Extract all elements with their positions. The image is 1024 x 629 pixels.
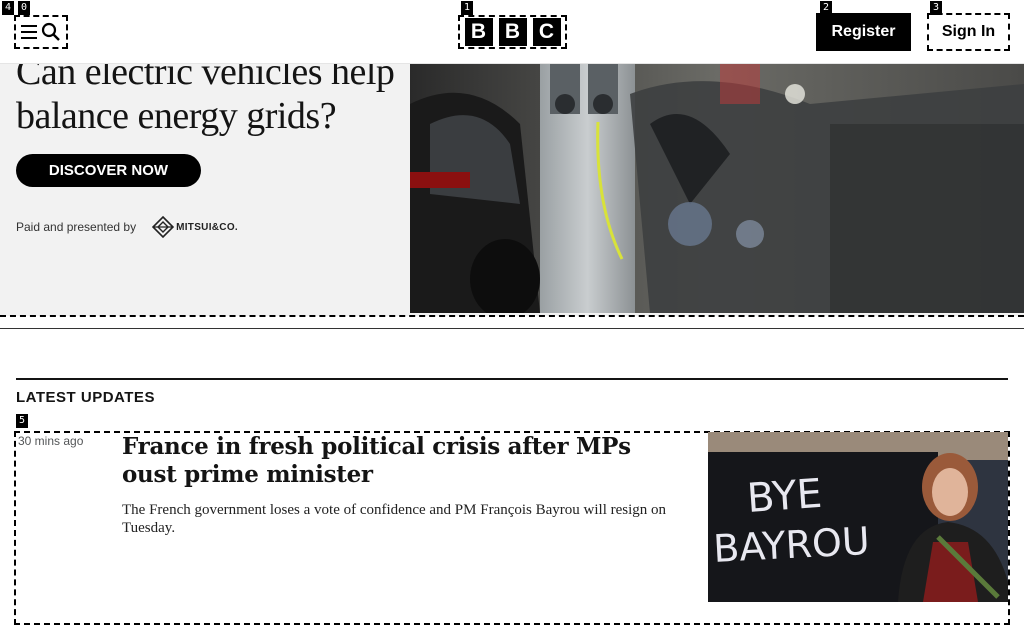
sponsor-logo[interactable]: MITSUI&CO. [152, 216, 238, 238]
story-timestamp: 30 mins ago [18, 434, 84, 448]
sponsor-line: Paid and presented by MITSUI&CO. [16, 216, 238, 238]
logo-letter: B [498, 18, 527, 46]
sponsor-text: Paid and presented by [16, 220, 137, 234]
discover-now-button[interactable]: DISCOVER NOW [16, 154, 201, 187]
story-card[interactable]: 30 mins ago France in fresh political cr… [14, 431, 1010, 625]
ev-charging-image[interactable] [410, 64, 1024, 313]
bbc-logo[interactable]: B B C [458, 15, 567, 49]
register-button[interactable]: Register [816, 13, 911, 51]
logo-letter: C [532, 18, 561, 46]
som-badge: 5 [16, 414, 28, 428]
image-sign-line-1: BYE [745, 471, 823, 522]
som-badge: 1 [461, 1, 473, 15]
story-headline[interactable]: France in fresh political crisis after M… [122, 433, 682, 489]
som-badge: 3 [930, 1, 942, 15]
som-badge: 4 [2, 1, 14, 15]
latest-updates-heading: LATEST UPDATES [16, 389, 155, 406]
latest-section-rule [16, 378, 1008, 380]
sponsor-logo-text: MITSUI&CO. [176, 221, 238, 233]
image-sign-line-2: BAYROU [712, 519, 871, 571]
promo-title: Can electric vehicles help balance energ… [16, 64, 395, 137]
menu-search-button[interactable] [14, 15, 68, 49]
logo-letter: B [464, 18, 493, 46]
sign-in-button[interactable]: Sign In [927, 13, 1010, 51]
promo-divider [0, 315, 1024, 317]
search-icon [41, 22, 60, 41]
som-badge: 0 [18, 1, 30, 15]
site-header: B B C Register Sign In [0, 0, 1024, 64]
story-image[interactable]: BYE BAYROU [708, 432, 1008, 602]
sponsored-promo: Can electric vehicles help balance energ… [0, 64, 1024, 316]
menu-icon [21, 25, 37, 39]
section-divider [0, 328, 1024, 329]
story-summary: The French government loses a vote of co… [122, 502, 667, 536]
som-badge: 2 [820, 1, 832, 15]
mitsui-emblem-icon [152, 216, 175, 238]
